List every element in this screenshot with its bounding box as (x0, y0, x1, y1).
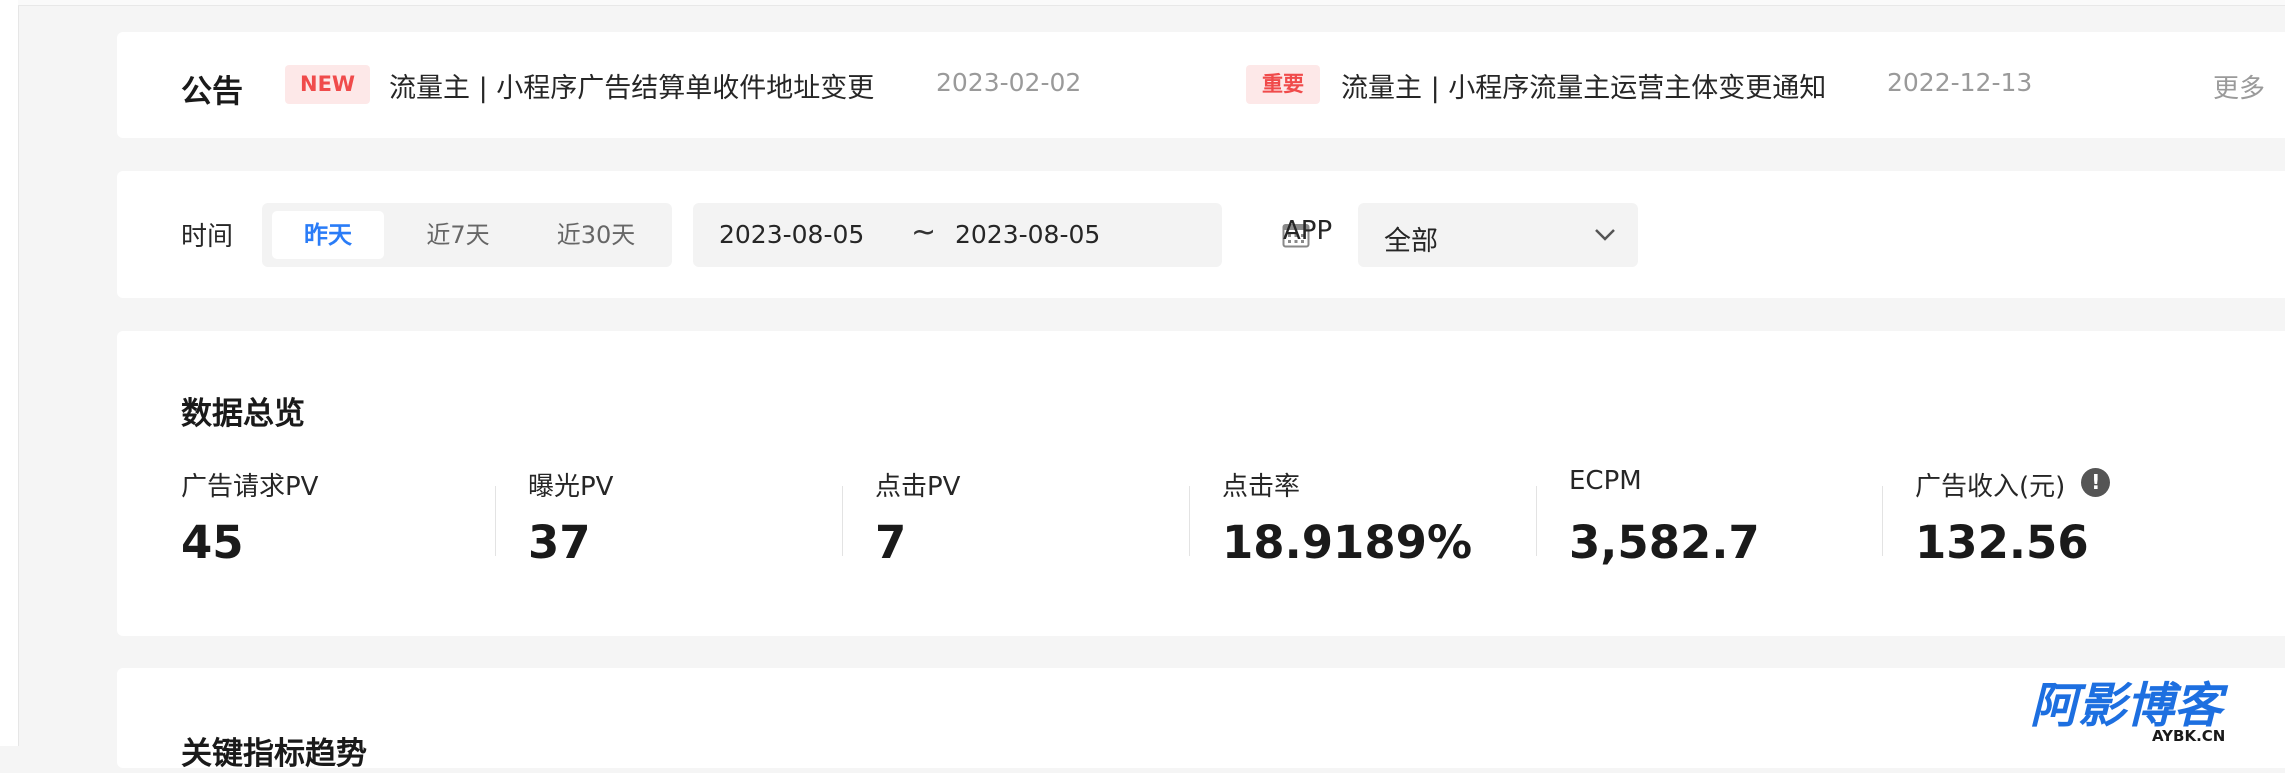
metric-divider (842, 486, 843, 556)
metric-impressions: 曝光PV 37 (528, 466, 614, 569)
metric-clicks: 点击PV 7 (875, 466, 961, 569)
top-border (18, 0, 2285, 6)
filter-bar: 时间 昨天 近7天 近30天 2023-08-05 ~ 2023-08-05 A… (117, 171, 2285, 298)
metric-value: 45 (181, 516, 244, 569)
announcement-link-1[interactable]: 流量主 | 小程序广告结算单收件地址变更 (389, 66, 874, 105)
announcement-date-2: 2022-12-13 (1887, 68, 2033, 97)
metric-value: 3,582.7 (1569, 516, 1760, 569)
metric-label: 点击率 (1222, 472, 1301, 502)
metric-label: ECPM (1569, 466, 1642, 496)
app-select[interactable]: 全部 (1358, 203, 1638, 267)
date-separator: ~ (911, 215, 937, 250)
announcement-title: 公告 (181, 74, 243, 110)
metric-divider (1536, 486, 1537, 556)
metric-revenue: 广告收入(元)! 132.56 (1915, 466, 2111, 569)
more-link[interactable]: 更多 (2213, 68, 2265, 105)
time-range-segmented: 昨天 近7天 近30天 (262, 203, 672, 267)
metric-ctr: 点击率 18.9189% (1222, 466, 1472, 569)
metric-ad-requests: 广告请求PV 45 (181, 466, 319, 569)
range-7days-button[interactable]: 近7天 (402, 211, 514, 259)
new-tag: NEW (285, 65, 371, 104)
metric-label: 点击PV (875, 472, 961, 502)
left-sidebar-edge (0, 0, 19, 746)
trend-title: 关键指标趋势 (181, 736, 367, 772)
metric-ecpm: ECPM 3,582.7 (1569, 466, 1760, 569)
metric-value: 18.9189% (1222, 516, 1473, 569)
metric-value: 7 (875, 516, 907, 569)
watermark-sub: AYBK.CN (2152, 727, 2225, 745)
announcement-link-2[interactable]: 流量主 | 小程序流量主运营主体变更通知 (1341, 66, 1826, 105)
chevron-down-icon (1595, 229, 1615, 241)
metric-label: 广告收入(元) (1915, 472, 2066, 502)
watermark-logo: 阿影博客 AYBK.CN (2030, 678, 2229, 745)
time-label: 时间 (181, 222, 234, 252)
metric-label: 曝光PV (528, 472, 614, 502)
watermark-main: 阿影博客 (2030, 678, 2229, 734)
start-date[interactable]: 2023-08-05 (719, 220, 864, 249)
overview-title: 数据总览 (181, 396, 305, 432)
data-overview-panel: 数据总览 广告请求PV 45 曝光PV 37 点击PV 7 点击率 18.918… (117, 331, 2285, 636)
announcement-bar: 公告 NEW 流量主 | 小程序广告结算单收件地址变更 2023-02-02 重… (117, 32, 2285, 138)
app-label: APP (1283, 216, 1333, 246)
app-select-value: 全部 (1384, 226, 1438, 257)
metric-value: 132.56 (1915, 516, 2089, 569)
metric-divider (495, 486, 496, 556)
important-tag: 重要 (1246, 65, 1320, 104)
range-yesterday-button[interactable]: 昨天 (272, 211, 384, 259)
metric-divider (1189, 486, 1190, 556)
metric-divider (1882, 486, 1883, 556)
announcement-date-1: 2023-02-02 (936, 68, 1082, 97)
metric-label: 广告请求PV (181, 472, 319, 502)
end-date[interactable]: 2023-08-05 (955, 220, 1100, 249)
date-range-picker[interactable]: 2023-08-05 ~ 2023-08-05 (693, 203, 1310, 267)
key-metrics-trend-panel: 关键指标趋势 (117, 668, 2285, 772)
metric-value: 37 (528, 516, 591, 569)
info-icon[interactable]: ! (2081, 468, 2111, 497)
range-30days-button[interactable]: 近30天 (534, 211, 658, 259)
